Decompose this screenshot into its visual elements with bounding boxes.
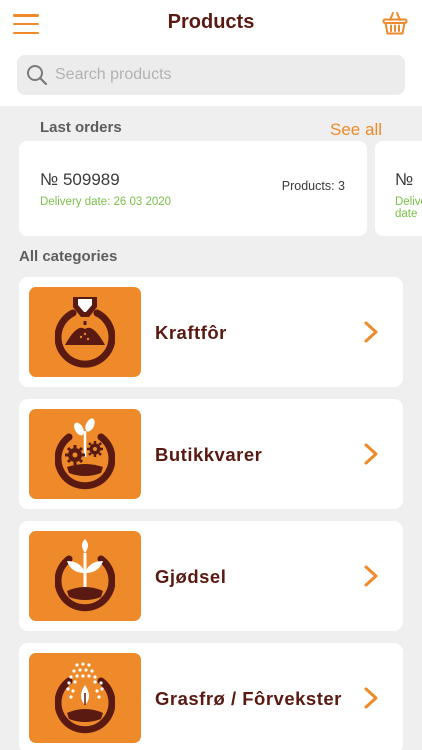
sprout-icon [29, 531, 141, 621]
order-products-count: Products: 3 [281, 179, 345, 193]
search-icon [27, 65, 48, 86]
category-card-grasfro[interactable]: Grasfrø / Fôrvekster [19, 643, 403, 750]
page-title: Products [167, 11, 255, 33]
order-card[interactable]: № Delivery date [375, 141, 422, 236]
chevron-right-icon [364, 687, 378, 709]
top-bar: Products [0, 0, 422, 106]
search-input[interactable] [55, 55, 395, 95]
category-label: Kraftfôr [155, 322, 227, 343]
order-number: № 509989 [40, 170, 120, 189]
feed-silo-icon [29, 287, 141, 377]
seeds-icon [29, 653, 141, 743]
order-card[interactable]: № 509989 Delivery date: 26 03 2020 Produ… [19, 141, 367, 236]
gears-plant-icon [29, 409, 141, 499]
last-orders-heading: Last orders [40, 119, 122, 136]
order-number: № [395, 170, 414, 189]
chevron-right-icon [364, 321, 378, 343]
category-label: Grasfrø / Fôrvekster [155, 688, 342, 709]
order-delivery-date: Delivery date [395, 196, 422, 220]
order-delivery-date: Delivery date: 26 03 2020 [40, 196, 172, 208]
see-all-link[interactable]: See all [330, 120, 382, 140]
chevron-right-icon [364, 443, 378, 465]
all-categories-heading: All categories [19, 248, 118, 265]
chevron-right-icon [364, 565, 378, 587]
category-card-kraftfor[interactable]: Kraftfôr [19, 277, 403, 387]
category-card-gjodsel[interactable]: Gjødsel [19, 521, 403, 631]
basket-icon[interactable] [382, 10, 408, 36]
category-card-butikkvarer[interactable]: Butikkvarer [19, 399, 403, 509]
category-label: Gjødsel [155, 566, 227, 587]
search-bar[interactable] [17, 55, 405, 95]
category-label: Butikkvarer [155, 444, 263, 465]
